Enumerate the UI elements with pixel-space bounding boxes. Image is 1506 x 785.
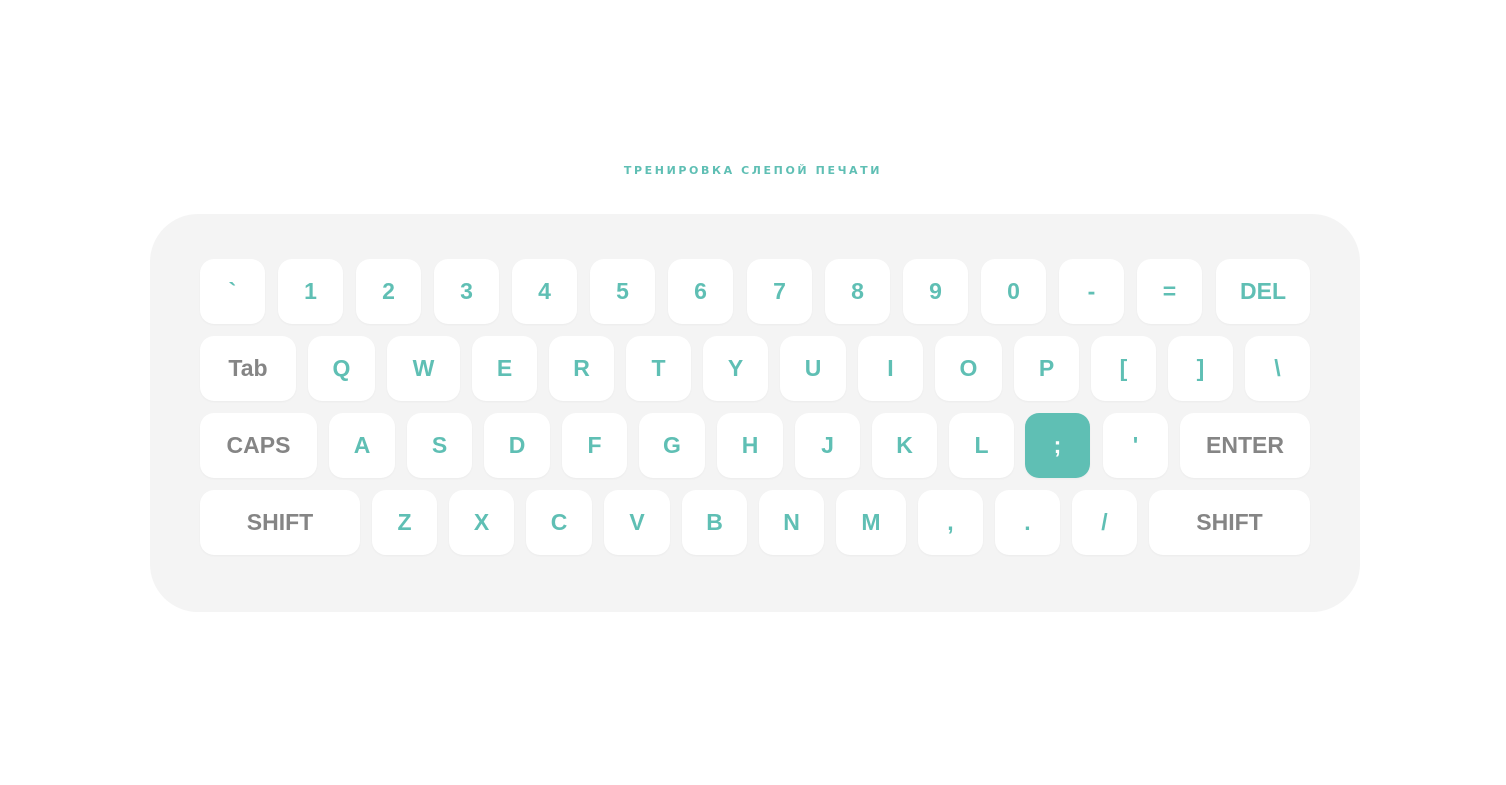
- key-shift-right[interactable]: SHIFT: [1149, 490, 1310, 555]
- keyboard: ` 1 2 3 4 5 6 7 8 9 0 - = DEL Tab Q W E …: [150, 214, 1360, 612]
- key-m[interactable]: M: [836, 490, 906, 555]
- key-c[interactable]: C: [526, 490, 592, 555]
- keyboard-row-numbers: ` 1 2 3 4 5 6 7 8 9 0 - = DEL: [200, 259, 1310, 324]
- key-quote[interactable]: ': [1103, 413, 1168, 478]
- key-4[interactable]: 4: [512, 259, 577, 324]
- key-right-bracket[interactable]: ]: [1168, 336, 1233, 401]
- key-v[interactable]: V: [604, 490, 670, 555]
- page-title: ТРЕНИРОВКА СЛЕПОЙ ПЕЧАТИ: [623, 164, 883, 177]
- page: ТРЕНИРОВКА СЛЕПОЙ ПЕЧАТИ ` 1 2 3 4 5 6 7…: [0, 0, 1506, 785]
- key-o[interactable]: O: [935, 336, 1002, 401]
- key-l[interactable]: L: [949, 413, 1014, 478]
- key-slash[interactable]: /: [1072, 490, 1137, 555]
- key-w[interactable]: W: [387, 336, 460, 401]
- key-a[interactable]: A: [329, 413, 395, 478]
- key-del[interactable]: DEL: [1216, 259, 1310, 324]
- key-3[interactable]: 3: [434, 259, 499, 324]
- keyboard-row-bottom: SHIFT Z X C V B N M , . / SHIFT: [200, 490, 1310, 555]
- key-semicolon-active[interactable]: ;: [1025, 413, 1090, 478]
- key-z[interactable]: Z: [372, 490, 437, 555]
- key-q[interactable]: Q: [308, 336, 375, 401]
- key-1[interactable]: 1: [278, 259, 343, 324]
- key-enter[interactable]: ENTER: [1180, 413, 1310, 478]
- key-tab[interactable]: Tab: [200, 336, 296, 401]
- key-left-bracket[interactable]: [: [1091, 336, 1156, 401]
- key-u[interactable]: U: [780, 336, 846, 401]
- key-7[interactable]: 7: [747, 259, 812, 324]
- keyboard-row-home: CAPS A S D F G H J K L ; ' ENTER: [200, 413, 1310, 478]
- key-2[interactable]: 2: [356, 259, 421, 324]
- key-5[interactable]: 5: [590, 259, 655, 324]
- key-s[interactable]: S: [407, 413, 472, 478]
- key-g[interactable]: G: [639, 413, 705, 478]
- key-x[interactable]: X: [449, 490, 514, 555]
- key-comma[interactable]: ,: [918, 490, 983, 555]
- key-k[interactable]: K: [872, 413, 937, 478]
- key-backtick[interactable]: `: [200, 259, 265, 324]
- key-0[interactable]: 0: [981, 259, 1046, 324]
- key-9[interactable]: 9: [903, 259, 968, 324]
- key-b[interactable]: B: [682, 490, 747, 555]
- key-r[interactable]: R: [549, 336, 614, 401]
- key-f[interactable]: F: [562, 413, 627, 478]
- key-minus[interactable]: -: [1059, 259, 1124, 324]
- key-shift-left[interactable]: SHIFT: [200, 490, 360, 555]
- key-n[interactable]: N: [759, 490, 824, 555]
- key-equals[interactable]: =: [1137, 259, 1202, 324]
- key-8[interactable]: 8: [825, 259, 890, 324]
- key-y[interactable]: Y: [703, 336, 768, 401]
- key-d[interactable]: D: [484, 413, 550, 478]
- key-j[interactable]: J: [795, 413, 860, 478]
- key-p[interactable]: P: [1014, 336, 1079, 401]
- key-6[interactable]: 6: [668, 259, 733, 324]
- key-caps[interactable]: CAPS: [200, 413, 317, 478]
- key-e[interactable]: E: [472, 336, 537, 401]
- keyboard-row-top: Tab Q W E R T Y U I O P [ ] \: [200, 336, 1310, 401]
- key-h[interactable]: H: [717, 413, 783, 478]
- key-i[interactable]: I: [858, 336, 923, 401]
- key-period[interactable]: .: [995, 490, 1060, 555]
- key-backslash[interactable]: \: [1245, 336, 1310, 401]
- key-t[interactable]: T: [626, 336, 691, 401]
